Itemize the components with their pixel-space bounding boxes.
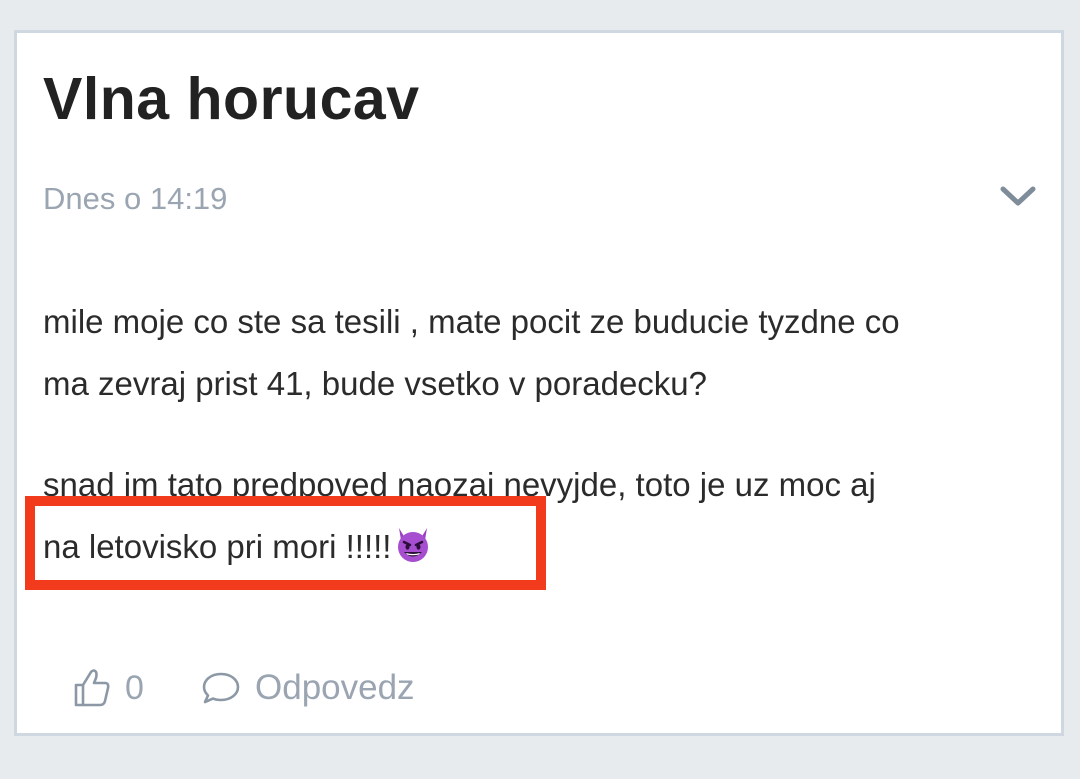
post-date: Dnes o 14:19 (43, 181, 228, 216)
paragraph-line: na letovisko pri mori !!!!! (43, 528, 392, 565)
like-count: 0 (125, 668, 144, 707)
paragraph-line: ma zevraj prist 41, bude vsetko v porade… (43, 365, 708, 402)
speech-bubble-icon (202, 672, 240, 704)
post-paragraph-1: mile moje co ste sa tesili , mate pocit … (43, 291, 1043, 415)
smiling-devil-emoji-icon (398, 528, 429, 562)
chevron-down-icon[interactable] (999, 181, 1037, 211)
paragraph-line: snad im tato predpoved naozaj nevyjde, t… (43, 466, 876, 503)
reply-button[interactable]: Odpovedz (201, 663, 415, 713)
post-paragraph-2: snad im tato predpoved naozaj nevyjde, t… (43, 454, 1043, 578)
post-title: Vlna horucav (43, 66, 420, 132)
reply-label: Odpovedz (255, 668, 415, 707)
thumbs-up-icon (74, 669, 110, 707)
paragraph-line: mile moje co ste sa tesili , mate pocit … (43, 303, 900, 340)
post-card: Vlna horucav Dnes o 14:19 mile moje co s… (14, 30, 1064, 736)
like-button[interactable]: 0 (73, 663, 144, 713)
